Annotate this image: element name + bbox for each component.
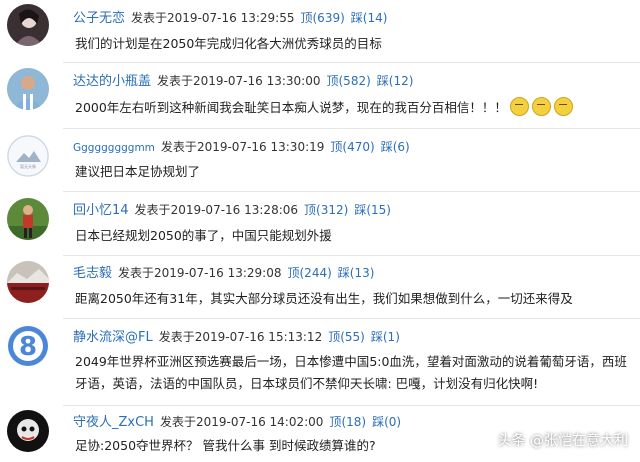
upvote-button[interactable]: 顶(244) xyxy=(287,266,331,280)
comment-text: 我们的计划是在2050年完成归化各大洲优秀球员的目标 xyxy=(75,36,382,51)
avatar[interactable]: 暂无头像 xyxy=(7,135,49,177)
upvote-button[interactable]: 顶(582) xyxy=(326,74,370,88)
username-link[interactable]: 公子无恋 xyxy=(73,11,125,26)
svg-text:8: 8 xyxy=(19,332,37,362)
svg-text:暂无头像: 暂无头像 xyxy=(20,163,36,169)
comment-text: 建议把日本足协规划了 xyxy=(75,164,201,179)
avatar[interactable] xyxy=(7,198,49,240)
downvote-button[interactable]: 踩(15) xyxy=(354,203,391,217)
comment-item: 公子无恋 发表于2019-07-16 13:29:55 顶(639) 踩(14) 我们… xyxy=(0,0,640,62)
downvote-button[interactable]: 踩(1) xyxy=(371,330,400,344)
comment-item: 毛志毅 发表于2019-07-16 13:29:08 顶(244) 踩(13) 距离2… xyxy=(0,256,640,318)
post-time: 发表于2019-07-16 13:29:08 xyxy=(118,266,282,280)
username-link[interactable]: 达达的小瓶盖 xyxy=(73,74,151,89)
username-link[interactable]: Gggggggggmm xyxy=(73,142,155,154)
username-link[interactable]: 守夜人_ZxCH xyxy=(73,415,154,430)
upvote-button[interactable]: 顶(639) xyxy=(300,11,344,25)
upvote-button[interactable]: 顶(18) xyxy=(329,415,366,429)
downvote-button[interactable]: 踩(0) xyxy=(372,415,401,429)
comment-item: 达达的小瓶盖 发表于2019-07-16 13:30:00 顶(582) 踩(12) … xyxy=(0,63,640,128)
post-time: 发表于2019-07-16 14:02:00 xyxy=(159,415,324,429)
username-link[interactable]: 毛志毅 xyxy=(73,266,112,281)
avatar[interactable] xyxy=(7,4,49,46)
username-link[interactable]: 回小忆14 xyxy=(73,203,129,218)
username-link[interactable]: 静水流深@FL xyxy=(73,330,153,345)
comment-text: 日本已经规划2050的事了，中国只能规划外援 xyxy=(75,228,332,243)
post-time: 发表于2019-07-16 13:30:19 xyxy=(160,140,325,154)
sweat-smile-emoji-icon xyxy=(509,97,529,116)
avatar[interactable] xyxy=(7,410,49,452)
downvote-button[interactable]: 踩(12) xyxy=(377,74,414,88)
comment-text: 距离2050年还有31年，其实大部分球员还没有出生，我们如果想做到什么，一切还来… xyxy=(75,291,573,306)
avatar[interactable]: 8 xyxy=(7,325,49,367)
comment-text: 2000年左右听到这种新闻我会耻笑日本痴人说梦，现在的我百分百相信！！！ xyxy=(75,97,635,119)
watermark: 头条 @张恺在意大利 xyxy=(497,433,628,449)
comment-item: 暂无头像 Gggggggggmm 发表于2019-07-16 13:30:19 顶(… xyxy=(0,129,640,191)
upvote-button[interactable]: 顶(55) xyxy=(328,330,365,344)
comment-item: 回小忆14 发表于2019-07-16 13:28:06 顶(312) 踩(15) 日… xyxy=(0,192,640,255)
downvote-button[interactable]: 踩(6) xyxy=(381,140,410,154)
sweat-smile-emoji-icon xyxy=(531,97,551,116)
comment-text: 2049年世界杯亚洲区预选赛最后一场，日本惨遭中国5:0血洗，望着对面激动的说着… xyxy=(75,354,627,391)
downvote-button[interactable]: 踩(13) xyxy=(338,266,375,280)
post-time: 发表于2019-07-16 15:13:12 xyxy=(158,330,323,344)
sweat-smile-emoji-icon xyxy=(553,97,573,116)
post-time: 发表于2019-07-16 13:30:00 xyxy=(157,74,321,88)
upvote-button[interactable]: 顶(470) xyxy=(330,140,374,154)
avatar[interactable] xyxy=(7,68,49,110)
comment-item: 8 静水流深@FL 发表于2019-07-16 15:13:12 顶(55) 踩(1)… xyxy=(0,319,640,405)
upvote-button[interactable]: 顶(312) xyxy=(304,203,348,217)
downvote-button[interactable]: 踩(14) xyxy=(351,11,388,25)
comment-text-content: 2000年左右听到这种新闻我会耻笑日本痴人说梦，现在的我百分百相信！！！ xyxy=(75,100,507,115)
post-time: 发表于2019-07-16 13:28:06 xyxy=(134,203,299,217)
avatar[interactable] xyxy=(7,261,49,303)
post-time: 发表于2019-07-16 13:29:55 xyxy=(131,11,295,25)
